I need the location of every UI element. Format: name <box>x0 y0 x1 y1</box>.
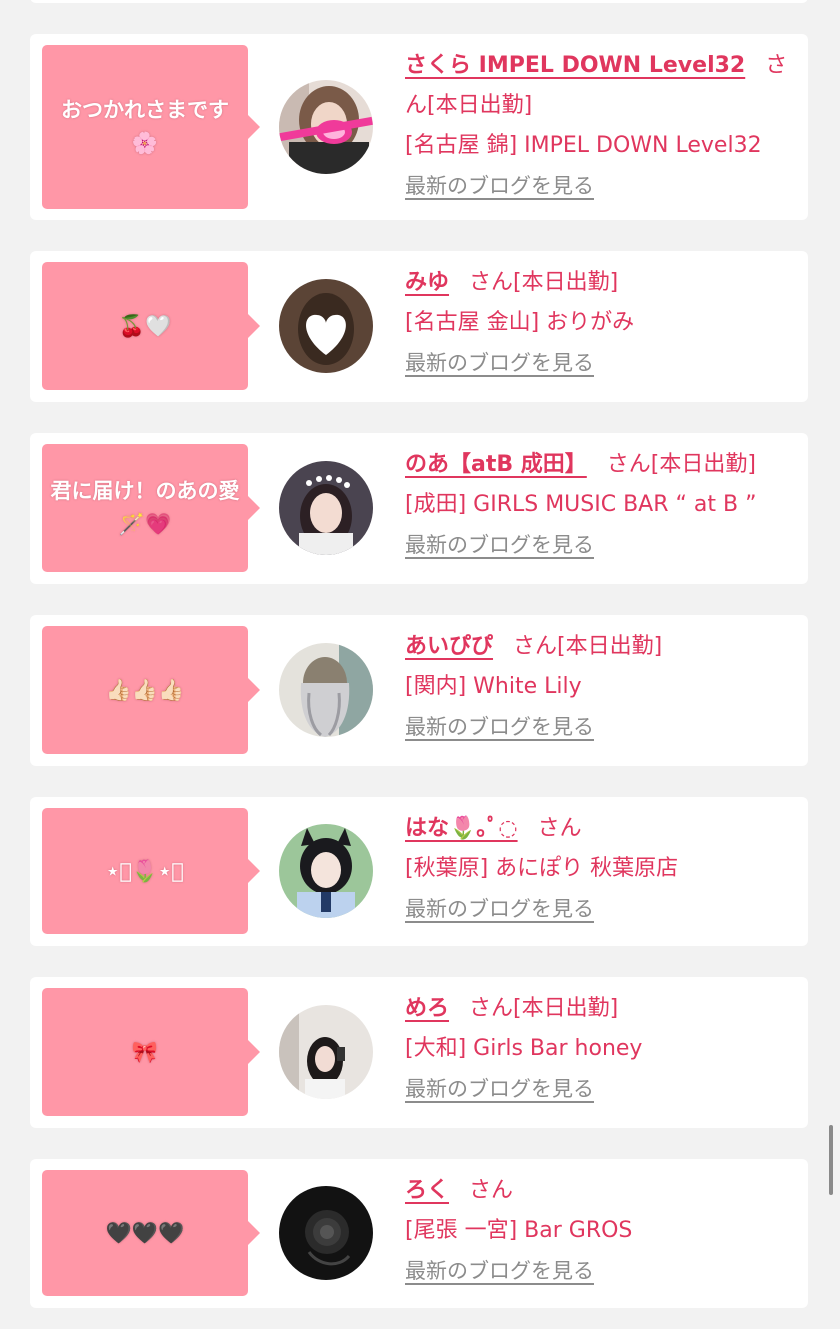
post-card: 🎀 めろ さん[本日出勤] [大和] Girls Bar honey 最新のブログ… <box>30 977 808 1128</box>
post-card: 君に届け！のあの愛🪄💗 のあ【atB 成田】 さん[本日出勤] [成田] GIRL… <box>30 433 808 584</box>
latest-blog-link[interactable]: 最新のブログを見る <box>405 1259 594 1283</box>
cast-suffix: さん[本日出勤] <box>469 996 619 1021</box>
post-info: ろく さん [尾張 一宮] Bar GROS 最新のブログを見る <box>405 1171 790 1292</box>
shop-name: [名古屋 錦] IMPEL DOWN Level32 <box>405 133 762 158</box>
latest-blog-link[interactable]: 最新のブログを見る <box>405 351 594 375</box>
shop-name: [名古屋 金山] おりがみ <box>405 310 635 335</box>
post-info: のあ【atB 成田】 さん[本日出勤] [成田] GIRLS MUSIC BAR … <box>405 445 790 566</box>
avatar[interactable] <box>279 824 373 918</box>
message-text: ⋆͛🌷⋆͛ <box>106 858 184 883</box>
message-text: おつかれさまです🌸 <box>61 98 229 155</box>
message-text: 🎀 <box>131 1039 159 1064</box>
post-card: 🖤🖤🖤 ろく さん [尾張 一宮] Bar GROS 最新のブログを見る <box>30 1159 808 1308</box>
message-bubble: 🍒🤍 <box>42 262 260 390</box>
message-text: 🖤🖤🖤 <box>105 1220 185 1245</box>
scrollbar[interactable] <box>829 1125 833 1195</box>
cast-name-link[interactable]: はな🌷｡ﾟ◌ <box>405 816 518 841</box>
shop-name: [関内] White Lily <box>405 674 582 699</box>
message-bubble: 君に届け！のあの愛🪄💗 <box>42 444 260 572</box>
post-info: あいぴぴ さん[本日出勤] [関内] White Lily 最新のブログを見る <box>405 627 790 748</box>
avatar[interactable] <box>279 80 373 174</box>
previous-card-edge <box>30 0 808 3</box>
cast-suffix: さん[本日出勤] <box>513 634 663 659</box>
cast-name-link[interactable]: みゆ <box>405 270 449 295</box>
avatar[interactable] <box>279 1005 373 1099</box>
shop-name: [秋葉原] あにぽり 秋葉原店 <box>405 856 679 881</box>
post-info: みゆ さん[本日出勤] [名古屋 金山] おりがみ 最新のブログを見る <box>405 263 790 384</box>
avatar[interactable] <box>279 643 373 737</box>
cast-name-link[interactable]: あいぴぴ <box>405 634 493 659</box>
shop-name: [尾張 一宮] Bar GROS <box>405 1218 633 1243</box>
cast-suffix: さん <box>469 1178 514 1203</box>
avatar[interactable] <box>279 461 373 555</box>
avatar[interactable] <box>279 279 373 373</box>
message-text: 👍🏻👍🏻👍🏻 <box>105 677 185 702</box>
post-card: おつかれさまです🌸 さくら IMPEL DOWN Level32 さん[本日出勤]… <box>30 34 808 220</box>
post-card: 🍒🤍 みゆ さん[本日出勤] [名古屋 金山] おりがみ 最新のブログを見る <box>30 251 808 402</box>
latest-blog-link[interactable]: 最新のブログを見る <box>405 1077 594 1101</box>
cast-suffix: さん[本日出勤] <box>469 270 619 295</box>
message-bubble: 🖤🖤🖤 <box>42 1170 260 1296</box>
avatar[interactable] <box>279 1186 373 1280</box>
cast-suffix: さん[本日出勤] <box>606 452 756 477</box>
latest-blog-link[interactable]: 最新のブログを見る <box>405 897 594 921</box>
post-info: さくら IMPEL DOWN Level32 さん[本日出勤] [名古屋 錦] I… <box>405 46 790 207</box>
message-text: 🍒🤍 <box>118 313 172 338</box>
post-info: めろ さん[本日出勤] [大和] Girls Bar honey 最新のブログを見… <box>405 989 790 1110</box>
message-bubble: 👍🏻👍🏻👍🏻 <box>42 626 260 754</box>
latest-blog-link[interactable]: 最新のブログを見る <box>405 533 594 557</box>
post-card: ⋆͛🌷⋆͛ はな🌷｡ﾟ◌ さん [秋葉原] あにぽり 秋葉原店 最新のブログを見る <box>30 797 808 946</box>
message-bubble: ⋆͛🌷⋆͛ <box>42 808 260 934</box>
shop-name: [成田] GIRLS MUSIC BAR “ at B ” <box>405 492 757 517</box>
cast-name-link[interactable]: さくら IMPEL DOWN Level32 <box>405 53 745 78</box>
message-text: 君に届け！のあの愛🪄💗 <box>50 479 240 536</box>
latest-blog-link[interactable]: 最新のブログを見る <box>405 174 594 198</box>
cast-name-link[interactable]: のあ【atB 成田】 <box>405 452 587 477</box>
post-card: 👍🏻👍🏻👍🏻 あいぴぴ さん[本日出勤] [関内] White Lily 最新のブ… <box>30 615 808 766</box>
shop-name: [大和] Girls Bar honey <box>405 1036 643 1061</box>
latest-blog-link[interactable]: 最新のブログを見る <box>405 715 594 739</box>
message-bubble: 🎀 <box>42 988 260 1116</box>
blog-post-list: おつかれさまです🌸 さくら IMPEL DOWN Level32 さん[本日出勤]… <box>30 34 808 1308</box>
message-bubble: おつかれさまです🌸 <box>42 45 260 209</box>
cast-name-link[interactable]: ろく <box>405 1178 449 1203</box>
post-info: はな🌷｡ﾟ◌ さん [秋葉原] あにぽり 秋葉原店 最新のブログを見る <box>405 809 790 930</box>
cast-suffix: さん <box>537 816 582 841</box>
cast-name-link[interactable]: めろ <box>405 996 449 1021</box>
